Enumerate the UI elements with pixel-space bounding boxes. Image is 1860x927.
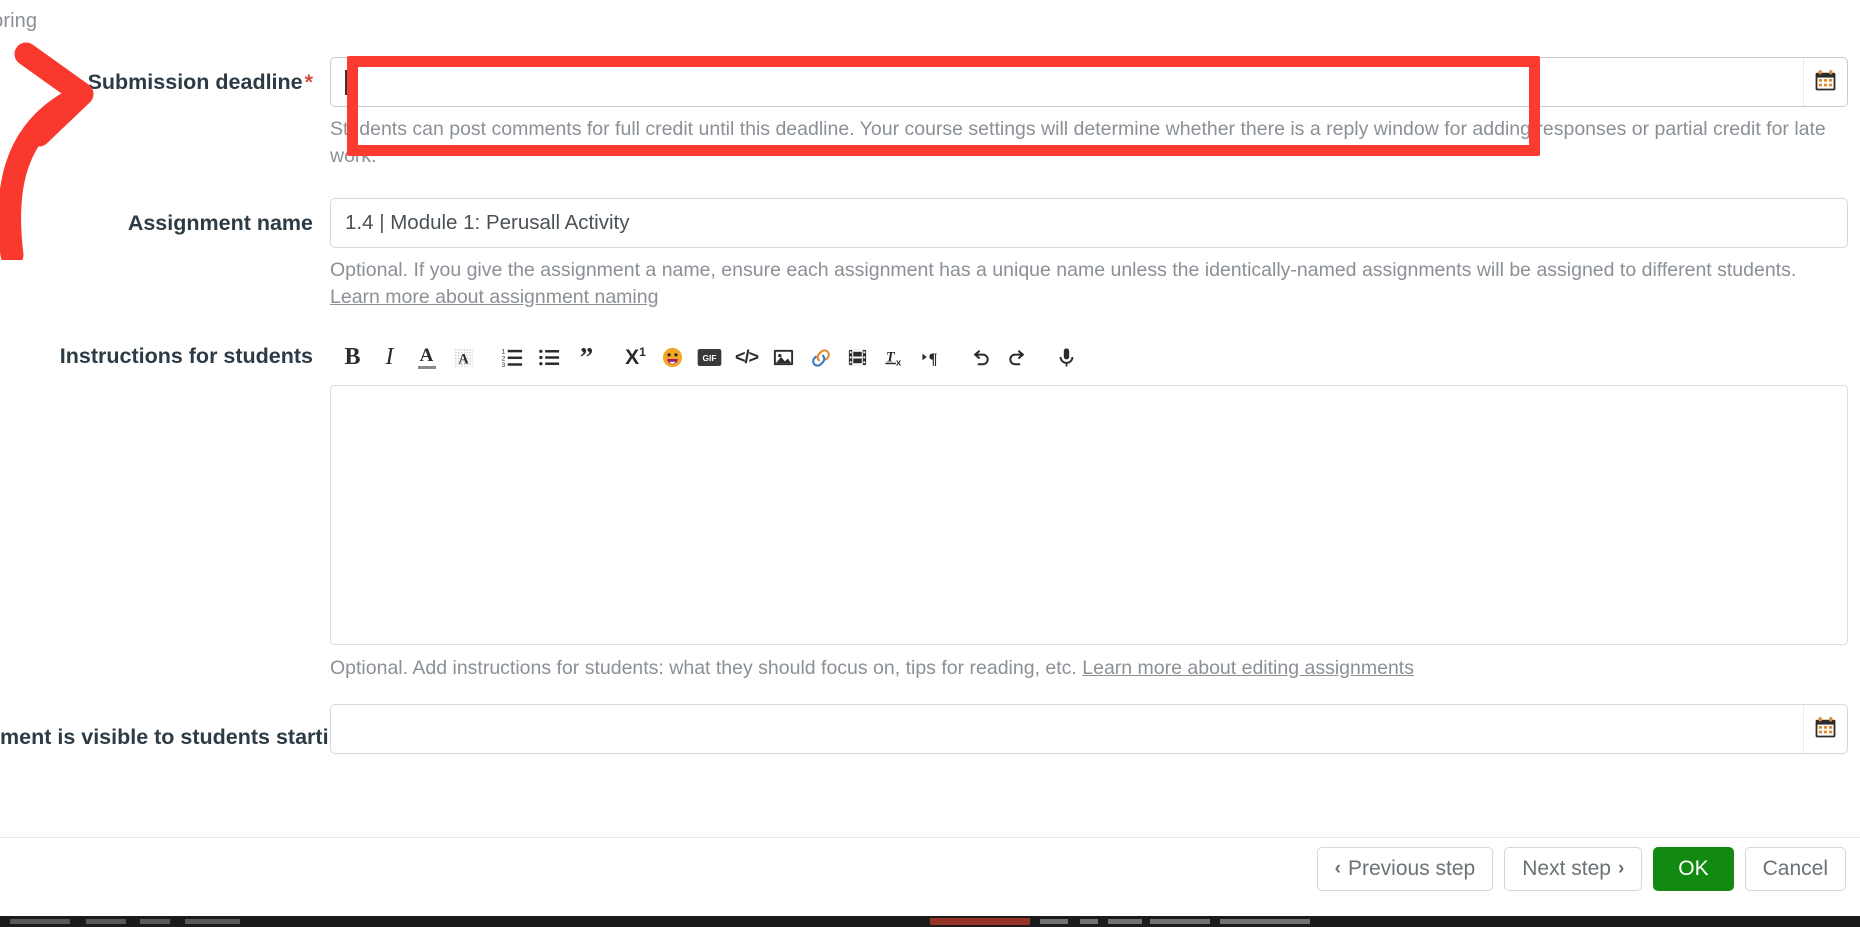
redo-icon[interactable] (999, 340, 1036, 376)
svg-text:3: 3 (501, 362, 505, 369)
next-step-button[interactable]: Next step › (1504, 846, 1643, 891)
calendar-icon (1813, 715, 1838, 743)
submission-deadline-label-text: Submission deadline (87, 70, 303, 94)
text-caret (345, 70, 347, 95)
emoji-icon[interactable] (654, 340, 691, 376)
visible-on-input[interactable] (330, 703, 1848, 754)
rich-text-editor: B I A A 1 2 3 ” X1 GIF </> T x ¶ (330, 337, 1848, 645)
previous-step-button[interactable]: ‹ Previous step (1316, 846, 1494, 891)
required-asterisk: * (304, 70, 313, 94)
text-color-icon[interactable]: A (408, 340, 445, 376)
bold-icon[interactable]: B (334, 340, 371, 376)
cancel-button[interactable]: Cancel (1744, 846, 1846, 891)
blockquote-icon[interactable]: ” (568, 340, 605, 376)
assignment-name-label: Assignment name (127, 210, 313, 235)
submission-deadline-input[interactable] (330, 57, 1848, 107)
assignment-settings-page: coring Submission deadline* (0, 0, 1860, 927)
ok-label: OK (1678, 856, 1709, 880)
calendar-icon-button-deadline[interactable] (1803, 58, 1847, 106)
chevron-right-icon: › (1617, 857, 1625, 879)
form-row-assignment-name: Assignment name Optional. If you give th… (0, 197, 1860, 311)
svg-text:x: x (896, 358, 902, 369)
form-row-instructions: Instructions for students B I A A 1 2 3 … (0, 337, 1860, 682)
video-icon[interactable] (839, 340, 876, 376)
submission-deadline-input-wrap (330, 57, 1848, 107)
bottom-window-strip (0, 916, 1860, 927)
instructions-label: Instructions for students (59, 343, 313, 368)
assignment-name-help: Optional. If you give the assignment a n… (330, 257, 1830, 311)
section-heading-clipped: coring (0, 10, 38, 32)
text-direction-icon[interactable]: ¶ (913, 340, 950, 376)
instructions-textarea[interactable] (330, 384, 1848, 645)
svg-text:¶: ¶ (929, 349, 938, 368)
instructions-field-col: B I A A 1 2 3 ” X1 GIF </> T x ¶ Optiona… (330, 337, 1860, 682)
assignment-naming-link[interactable]: Learn more about assignment naming (330, 286, 658, 308)
previous-step-label: Previous step (1348, 856, 1476, 880)
highlight-icon[interactable]: A (445, 340, 482, 376)
calendar-icon (1813, 68, 1838, 96)
visible-on-field-col (330, 703, 1860, 754)
form-row-submission-deadline: Submission deadline* Students can post c… (0, 57, 1860, 170)
assignment-name-input-wrap (330, 197, 1848, 248)
submission-deadline-help: Students can post comments for full cred… (330, 118, 1826, 167)
visible-on-label: ment is visible to students starting on (0, 724, 388, 749)
microphone-icon[interactable] (1048, 340, 1085, 376)
link-icon[interactable] (802, 340, 839, 376)
code-icon[interactable]: </> (728, 340, 765, 376)
ordered-list-icon[interactable]: 1 2 3 (494, 340, 531, 376)
instructions-help: Optional. Add instructions for students:… (330, 655, 1830, 682)
assignment-name-field-col: Optional. If you give the assignment a n… (330, 197, 1860, 311)
next-step-label: Next step (1522, 856, 1611, 880)
superscript-icon[interactable]: X1 (617, 340, 654, 376)
image-icon[interactable] (765, 340, 802, 376)
assignment-name-input[interactable] (330, 197, 1848, 248)
assignment-name-help-text: Optional. If you give the assignment a n… (330, 258, 1797, 281)
submission-deadline-field-col: Students can post comments for full cred… (330, 57, 1860, 170)
editor-toolbar: B I A A 1 2 3 ” X1 GIF </> T x ¶ (330, 337, 1848, 379)
svg-text:A: A (458, 351, 469, 367)
undo-icon[interactable] (962, 340, 999, 376)
dialog-footer: ‹ Previous step Next step › OK Cancel (0, 837, 1860, 899)
svg-text:GIF: GIF (703, 353, 717, 363)
cancel-label: Cancel (1762, 856, 1828, 880)
form-row-visible-on: ment is visible to students starting on (0, 703, 1860, 754)
visible-on-input-wrap (330, 703, 1848, 754)
ok-button[interactable]: OK (1653, 846, 1734, 891)
calendar-icon-button-visible-on[interactable] (1803, 704, 1847, 753)
submission-deadline-label: Submission deadline* (0, 57, 330, 96)
editing-assignments-link[interactable]: Learn more about editing assignments (1082, 657, 1414, 679)
instructions-help-text: Optional. Add instructions for students:… (330, 656, 1077, 679)
clear-formatting-icon[interactable]: T x (876, 340, 913, 376)
assignment-form: Submission deadline* Students can post c… (0, 57, 1860, 754)
bullet-list-icon[interactable] (531, 340, 568, 376)
chevron-left-icon: ‹ (1334, 857, 1341, 879)
gif-icon[interactable]: GIF (691, 340, 728, 376)
italic-icon[interactable]: I (371, 340, 408, 376)
